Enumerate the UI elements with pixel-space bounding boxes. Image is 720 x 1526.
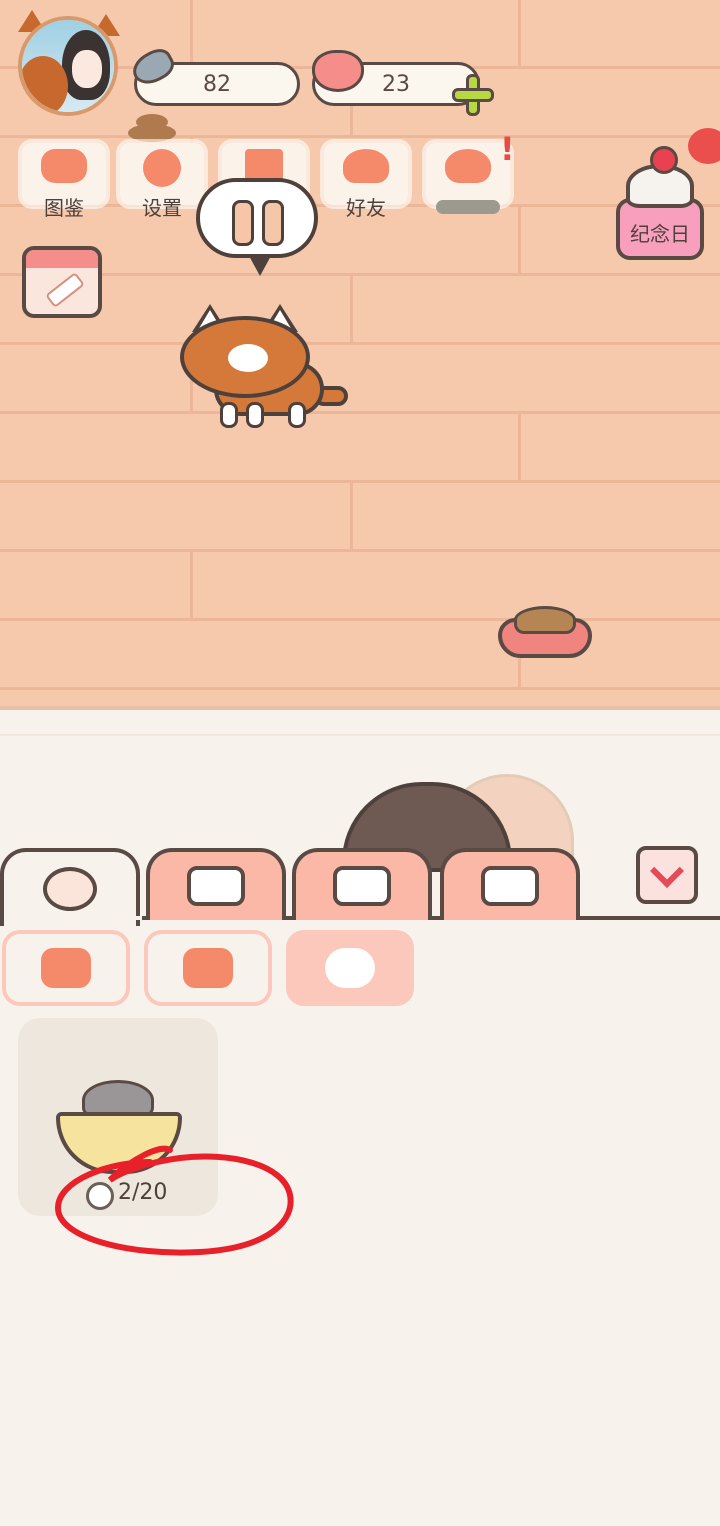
cherry-icon [650, 146, 678, 174]
food-bowl[interactable] [498, 606, 592, 658]
cat-book-icon [41, 149, 87, 183]
cat-leg [288, 402, 306, 428]
basket-icon [41, 948, 91, 988]
wall-brick [350, 483, 353, 549]
avatar-face [72, 50, 102, 88]
fish-count: 82 [203, 71, 231, 97]
bone-icon [232, 200, 254, 246]
bone-icon [262, 200, 284, 246]
poop-part [136, 114, 168, 130]
collapse-panel-button[interactable] [636, 846, 698, 904]
house-icon [187, 866, 245, 906]
heart-mail-icon [445, 149, 491, 183]
cat-bowl-icon [43, 867, 97, 911]
cat-face-icon [325, 948, 375, 988]
cat-leg [220, 402, 238, 428]
wall-brick [518, 414, 521, 480]
tabs-gap [4, 916, 142, 920]
wall-brick [190, 552, 193, 618]
menu-progress-bar [436, 200, 500, 214]
tab-clothes[interactable] [440, 848, 580, 920]
gear-icon [143, 149, 181, 187]
panel-divider [0, 734, 720, 736]
notification-badge: ! [500, 130, 515, 168]
tab-home[interactable] [146, 848, 286, 920]
wall-brick [350, 276, 353, 342]
poop-icon[interactable] [124, 108, 180, 144]
cat-muzzle [228, 344, 268, 372]
cat-speech-bubble [196, 178, 318, 276]
filter-sleeping-cats-button[interactable] [144, 930, 272, 1006]
heart-count: 23 [382, 71, 410, 97]
menu-label: 图鉴 [44, 196, 84, 220]
shirt-icon [481, 866, 539, 906]
red-annotation-circle [54, 1145, 294, 1256]
filter-cat-button[interactable] [286, 930, 414, 1006]
avatar-cat [22, 56, 68, 112]
anniversary-label: 纪念日 [630, 222, 690, 246]
cat-food [514, 606, 576, 634]
sleeping-cats-icon [183, 948, 233, 988]
menu-label: 设置 [142, 196, 182, 220]
filter-basket-button[interactable] [2, 930, 130, 1006]
calendar-edit-button[interactable] [22, 246, 102, 318]
player-avatar[interactable] [18, 16, 118, 116]
cat-leg [246, 402, 264, 428]
friends-icon [343, 149, 389, 183]
menu-label: 好友 [346, 196, 386, 220]
add-hearts-button[interactable] [452, 74, 496, 118]
fork-knife-icon [333, 866, 391, 906]
wall-brick [518, 0, 521, 66]
menu-mail-button[interactable] [426, 143, 510, 205]
tab-cats[interactable] [0, 848, 140, 926]
heart-icon [312, 50, 364, 92]
pencil-icon [45, 271, 85, 309]
wall-brick [518, 207, 521, 273]
wall-brick [190, 0, 193, 66]
room-divider [0, 706, 720, 710]
tab-food[interactable] [292, 848, 432, 920]
